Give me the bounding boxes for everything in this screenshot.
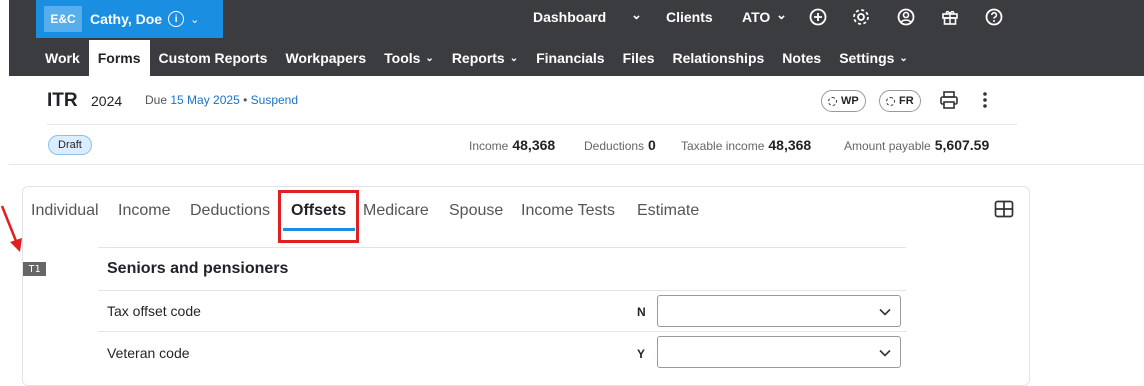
info-icon[interactable]: i: [168, 11, 185, 27]
nav-item-custom-reports[interactable]: Custom Reports: [150, 40, 277, 76]
nav-item-label: Forms: [97, 50, 141, 66]
tab-spouse[interactable]: Spouse: [449, 202, 503, 220]
wp-label: WP: [841, 95, 859, 107]
tab-estimate[interactable]: Estimate: [637, 202, 699, 220]
annotation-arrow-icon: [0, 205, 22, 252]
field-label-veteran-code: Veteran code: [107, 345, 190, 361]
suspend-link[interactable]: Suspend: [251, 93, 298, 107]
nav-item-forms[interactable]: Forms: [88, 40, 150, 76]
nav-item-notes[interactable]: Notes: [773, 40, 830, 76]
chevron-down-icon: ⌄: [425, 52, 434, 64]
nav-item-label: Workpapers: [285, 50, 367, 66]
stat-value: 48,368: [512, 137, 556, 153]
stat-income: Income 48,368: [469, 137, 555, 153]
wp-button[interactable]: WP: [821, 90, 866, 112]
practice-badge: E&C: [44, 6, 82, 32]
chevron-down-icon: ⌄: [190, 13, 200, 26]
stat-deductions: Deductions 0: [584, 137, 656, 153]
section-title: Seniors and pensioners: [107, 260, 289, 277]
divider: [98, 290, 906, 291]
client-switcher[interactable]: E&C Cathy, Doe i ⌄: [36, 0, 223, 38]
tab-income-tests[interactable]: Income Tests: [521, 202, 615, 220]
nav-item-label: Relationships: [672, 50, 765, 66]
due-info: Due 15 May 2025 • Suspend: [145, 93, 298, 107]
nav-item-label: Custom Reports: [158, 50, 268, 66]
divider: [9, 164, 1144, 165]
secondary-nav: Work Forms Custom Reports Workpapers Too…: [36, 40, 917, 76]
tax-offset-code-select[interactable]: [657, 295, 901, 327]
nav-item-reports[interactable]: Reports ⌄: [443, 40, 527, 76]
print-icon[interactable]: [939, 90, 959, 110]
user-icon[interactable]: [897, 8, 915, 26]
status-badge: Draft: [48, 135, 92, 155]
nav-item-label: Files: [622, 50, 655, 66]
tab-medicare[interactable]: Medicare: [363, 202, 429, 220]
veteran-code-select[interactable]: [657, 336, 901, 368]
field-code: N: [637, 305, 646, 319]
chevron-down-icon: [879, 308, 891, 316]
nav-dashboard[interactable]: Dashboard: [533, 9, 606, 25]
stat-value: 0: [648, 137, 656, 153]
stat-label: Taxable income: [681, 139, 765, 153]
nav-item-label: Work: [45, 50, 80, 66]
tab-deductions[interactable]: Deductions: [190, 202, 270, 220]
form-year: 2024: [91, 93, 123, 109]
chevron-down-icon[interactable]: ⌄: [631, 7, 642, 23]
nav-item-label: Financials: [536, 50, 605, 66]
client-name: Cathy, Doe: [90, 11, 163, 27]
status-dashed-icon: [828, 96, 837, 106]
nav-item-label: Tools: [384, 50, 421, 66]
divider: [98, 331, 906, 332]
help-icon[interactable]: [985, 8, 1003, 26]
due-date-link[interactable]: 15 May 2025: [170, 93, 239, 107]
nav-ato[interactable]: ATO: [742, 9, 770, 25]
stat-label: Amount payable: [844, 139, 931, 153]
divider: [98, 247, 906, 248]
nav-item-relationships[interactable]: Relationships: [663, 40, 773, 76]
nav-item-label: Settings: [839, 50, 895, 66]
stat-label: Deductions: [584, 139, 645, 153]
add-icon[interactable]: [809, 8, 827, 26]
fr-button[interactable]: FR: [879, 90, 921, 112]
form-type: ITR: [47, 90, 78, 111]
nav-item-work[interactable]: Work: [36, 40, 89, 76]
gift-icon[interactable]: [941, 8, 959, 26]
status-dashed-icon: [886, 96, 895, 106]
more-vertical-icon[interactable]: [979, 90, 991, 110]
nav-item-settings[interactable]: Settings ⌄: [830, 40, 917, 76]
stat-value: 5,607.59: [934, 137, 990, 153]
fr-label: FR: [899, 95, 914, 107]
grid-layout-icon[interactable]: [994, 200, 1014, 218]
due-label: Due: [145, 93, 168, 107]
separator: •: [243, 93, 248, 107]
stat-value: 48,368: [768, 137, 812, 153]
stat-amount-payable: Amount payable 5,607.59: [844, 137, 989, 153]
tab-individual[interactable]: Individual: [31, 202, 99, 220]
nav-clients[interactable]: Clients: [666, 9, 713, 25]
field-code: Y: [637, 347, 646, 361]
field-label-tax-offset-code: Tax offset code: [107, 303, 201, 319]
tab-income[interactable]: Income: [118, 202, 170, 220]
chevron-down-icon: ⌄: [899, 52, 908, 64]
chevron-down-icon: ⌄: [509, 52, 519, 64]
stat-taxable-income: Taxable income 48,368: [681, 137, 811, 153]
nav-item-financials[interactable]: Financials: [527, 40, 613, 76]
annotation-highlight-box: [278, 190, 359, 243]
nav-item-label: Notes: [782, 50, 822, 66]
divider: [47, 124, 1017, 125]
chevron-down-icon: [879, 349, 891, 357]
nav-item-label: Reports: [451, 50, 505, 66]
nav-item-files[interactable]: Files: [614, 40, 664, 76]
chevron-down-icon[interactable]: ⌄: [776, 7, 787, 23]
section-tag: T1: [23, 262, 46, 276]
gear-icon[interactable]: [852, 8, 870, 26]
nav-item-workpapers[interactable]: Workpapers: [276, 40, 375, 76]
nav-item-tools[interactable]: Tools ⌄: [375, 40, 443, 76]
stat-label: Income: [469, 139, 509, 153]
